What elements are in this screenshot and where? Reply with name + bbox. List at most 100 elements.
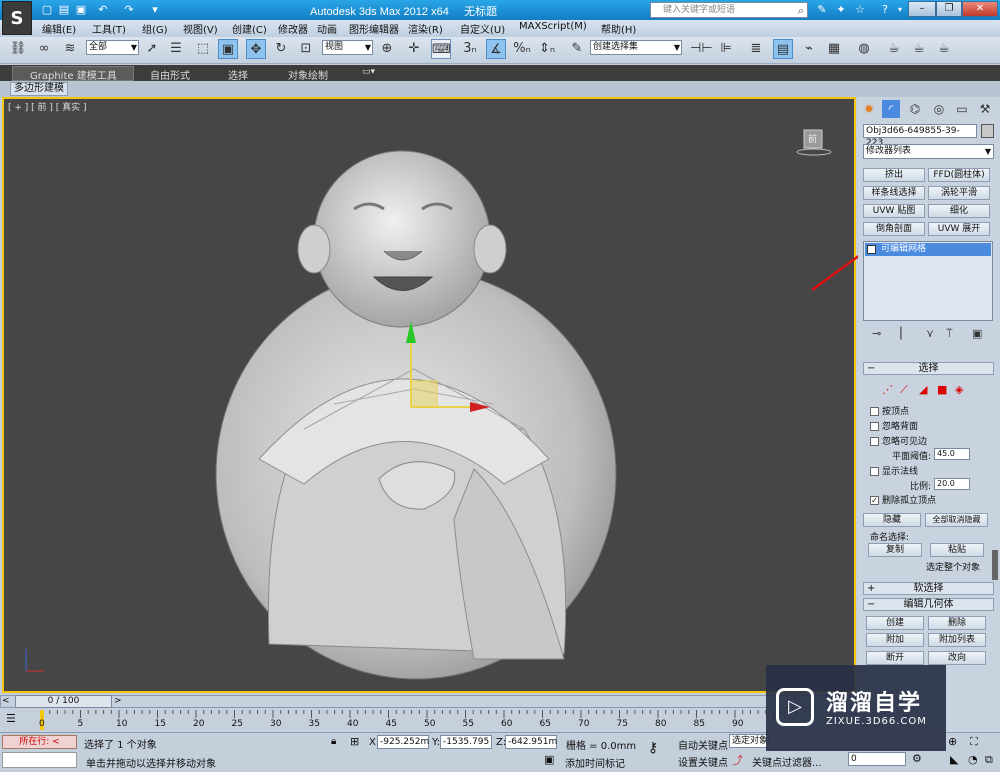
bind-spacewarp-icon[interactable]: ≋ [60, 39, 80, 59]
ribbon-tab-object-paint[interactable]: 对象绘制 [288, 67, 328, 82]
maxscript-mini-listener[interactable] [2, 752, 77, 768]
check-ignore-backface[interactable]: 忽略背面 [870, 419, 918, 432]
field-of-view-icon[interactable]: ◣ [950, 753, 958, 766]
minimize-button[interactable]: – [908, 1, 936, 17]
utilities-tab-icon[interactable]: ⚒ [976, 100, 994, 118]
layer-manager-icon[interactable]: ≣ [746, 39, 766, 59]
save-icon[interactable]: ▣ [74, 3, 88, 17]
menu-modifiers[interactable]: 修改器 [278, 21, 308, 36]
render-production-icon[interactable]: ☕ [934, 39, 954, 59]
select-object-icon[interactable]: ➚ [142, 39, 162, 59]
key-filters-button[interactable]: 关键点过滤器... [752, 754, 822, 769]
open-file-icon[interactable]: ▤ [57, 3, 71, 17]
select-scale-icon[interactable]: ⊡ [296, 39, 316, 59]
rendered-frame-icon[interactable]: ☕ [909, 39, 929, 59]
menu-edit[interactable]: 编辑(E) [42, 21, 76, 36]
add-time-tag[interactable]: 添加时间标记 [565, 755, 625, 770]
ribbon-poly-modeling[interactable]: 多边形建模 [10, 82, 68, 96]
modify-tab-icon[interactable]: ◜ [882, 100, 900, 118]
attach-button[interactable]: 附加 [866, 633, 924, 647]
schematic-view-icon[interactable]: ▦ [824, 39, 844, 59]
copy-button[interactable]: 复制 [868, 543, 922, 557]
zoom-icon[interactable]: ⊕ [948, 735, 957, 748]
zoom-extents-icon[interactable]: ⛶ [970, 735, 978, 749]
time-slider-track[interactable] [0, 695, 858, 708]
menu-tools[interactable]: 工具(T) [92, 21, 126, 36]
selection-filter-dropdown[interactable]: 全部 ▼ [86, 40, 139, 55]
modifier-list-dropdown[interactable]: 修改器列表 ▼ [863, 144, 994, 159]
vertex-mode-icon[interactable]: ⋰ [882, 383, 893, 396]
polygon-mode-icon[interactable]: ■ [937, 383, 947, 396]
unhide-all-button[interactable]: 全部取消隐藏 [925, 513, 988, 527]
auto-key-button[interactable]: 自动关键点 [678, 737, 728, 752]
hierarchy-tab-icon[interactable]: ⌬ [906, 100, 924, 118]
configure-sets-icon[interactable]: ▣ [972, 327, 982, 340]
mod-uvw-map-button[interactable]: UVW 贴图 [863, 204, 925, 218]
object-color-swatch[interactable] [981, 124, 994, 138]
plane-threshold-spinner[interactable]: 45.0 [934, 448, 970, 460]
detach-button[interactable]: 断开 [866, 651, 924, 665]
rect-selection-icon[interactable]: ⬚ [193, 39, 213, 59]
attach-list-button[interactable]: 附加列表 [928, 633, 986, 647]
keyboard-shortcut-icon[interactable]: ⌨ [431, 39, 451, 59]
select-by-name-icon[interactable]: ☰ [166, 39, 186, 59]
buddha-model[interactable] [215, 150, 617, 680]
align-icon[interactable]: ⊫ [716, 39, 736, 59]
maximize-viewport-icon[interactable]: ⧉ [985, 753, 993, 767]
z-coordinate-field[interactable]: -642.951m [505, 735, 557, 749]
angle-snap-icon[interactable]: ∡ [486, 39, 506, 59]
menu-graph-editors[interactable]: 图形编辑器 [349, 21, 399, 36]
new-file-icon[interactable]: ▢ [40, 3, 54, 17]
mod-ffd-cyl-button[interactable]: FFD(圆柱体) [928, 168, 990, 182]
restore-button[interactable]: ❐ [936, 1, 962, 17]
x-coordinate-field[interactable]: -925.252m [377, 735, 429, 749]
binoculars-icon[interactable]: ⌕ [794, 4, 808, 18]
ribbon-tab-selection[interactable]: 选择 [228, 67, 248, 82]
trackbar-menu-icon[interactable]: ☰ [6, 712, 16, 725]
viewport-front[interactable] [2, 97, 856, 693]
redo-icon[interactable]: ↷ [122, 3, 136, 17]
named-selection-dropdown[interactable]: 创建选择集 ▼ [590, 40, 682, 55]
stack-item-editable-mesh[interactable]: 可编辑网格 [865, 243, 991, 256]
element-mode-icon[interactable]: ◈ [955, 383, 963, 396]
link-icon[interactable]: ⛓ [8, 39, 28, 59]
favorites-star-icon[interactable]: ☆ [853, 3, 867, 17]
time-prev-icon[interactable]: < [2, 696, 10, 706]
show-end-result-icon[interactable]: ⎮ [898, 327, 904, 340]
rollout-edit-geometry[interactable]: − 编辑几何体 [863, 598, 994, 611]
ref-coord-dropdown[interactable]: 视图 ▼ [322, 40, 373, 55]
delete-button[interactable]: 删除 [928, 616, 986, 630]
make-unique-icon[interactable]: ⋎ [926, 327, 934, 340]
default-in-out-icon[interactable]: ⤴ [732, 752, 743, 768]
viewcube-label[interactable]: 前 [808, 132, 817, 145]
create-tab-icon[interactable]: ✹ [860, 100, 878, 118]
mirror-icon[interactable]: ⊣⊢ [690, 39, 713, 59]
key-icon[interactable]: ⚷ [648, 740, 658, 756]
help-icon[interactable]: ? [878, 3, 892, 17]
window-crossing-icon[interactable]: ▣ [218, 39, 238, 59]
check-show-normals[interactable]: 显示法线 [870, 464, 918, 477]
community-icon[interactable]: ✦ [834, 3, 848, 17]
mod-extrude-button[interactable]: 挤出 [863, 168, 925, 182]
face-mode-icon[interactable]: ◢ [919, 383, 927, 396]
tools-icon[interactable]: ✎ [815, 3, 829, 17]
ribbon-options-icon[interactable]: ▭▾ [362, 67, 375, 77]
spinner-snap-icon[interactable]: ⇕ₙ [537, 39, 557, 59]
time-tag-icon[interactable]: ▣ [544, 753, 554, 766]
time-slider-thumb[interactable]: 0 / 100 [15, 695, 112, 708]
unlink-icon[interactable]: ∞ [34, 39, 54, 59]
set-key-button[interactable]: 设置关键点 [678, 754, 728, 769]
key-set-dropdown[interactable]: 选定对象 [729, 734, 769, 748]
current-frame-field[interactable]: 0 [848, 752, 906, 766]
ribbon-toggle-icon[interactable]: ▤ [773, 39, 793, 59]
mod-spline-select-button[interactable]: 样条线选择 [863, 186, 925, 200]
mod-unwrap-uvw-button[interactable]: UVW 展开 [928, 222, 990, 236]
help-dropdown-icon[interactable]: ▾ [893, 3, 907, 17]
curve-editor-icon[interactable]: ⌁ [799, 39, 819, 59]
mod-tessellate-button[interactable]: 细化 [928, 204, 990, 218]
menu-maxscript[interactable]: MAXScript(M) [519, 21, 587, 32]
check-ignore-visible-edges[interactable]: 忽略可见边 [870, 434, 927, 447]
viewport-label[interactable]: [ + ] [ 前 ] [ 真实 ] [8, 100, 87, 113]
scale-spinner[interactable]: 20.0 [934, 478, 970, 490]
turn-button[interactable]: 改向 [928, 651, 986, 665]
